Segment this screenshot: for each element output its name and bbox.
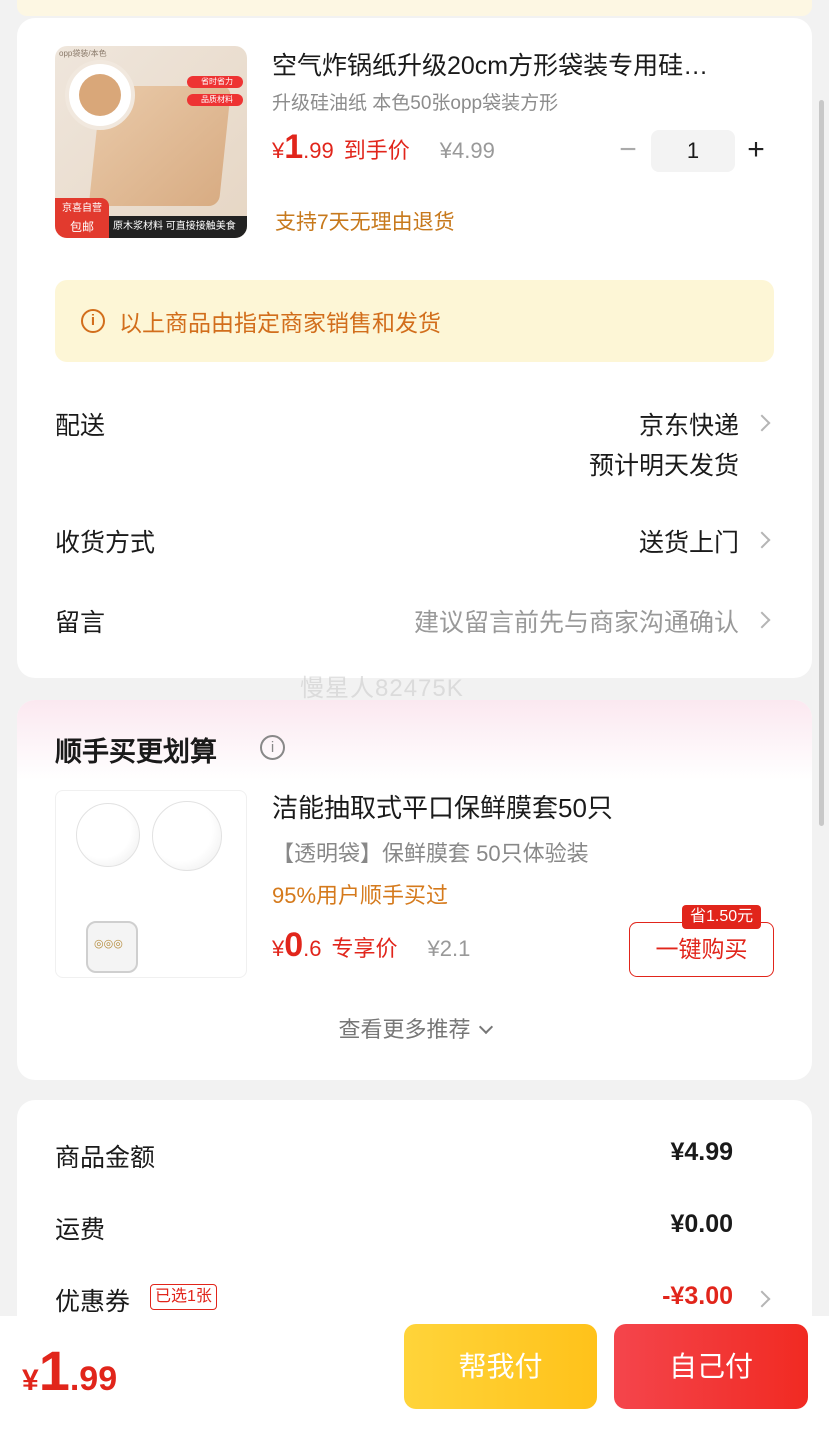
chevron-right-icon[interactable]: [753, 611, 771, 629]
recommend-product-spec: 【透明袋】保鲜膜套 50只体验装: [272, 841, 589, 866]
original-price: ¥2.1: [427, 936, 471, 961]
product-price-row: ¥ 1 .99 到手价 ¥4.99: [272, 128, 495, 174]
receive-method-label: 收货方式: [55, 529, 156, 557]
help-me-pay-button[interactable]: 帮我付: [404, 1324, 597, 1409]
badge-line-2: 包邮: [69, 220, 94, 234]
product-image-band: 原木浆材料 可直接接触美食: [109, 216, 247, 238]
price-label: 到手价: [343, 138, 410, 163]
save-badge: 省1.50元: [682, 905, 762, 929]
increase-button[interactable]: +: [741, 131, 771, 171]
goods-amount-value: ¥4.99: [670, 1138, 733, 1166]
chevron-right-icon[interactable]: [753, 414, 771, 432]
decrease-button[interactable]: −: [613, 131, 643, 171]
total-currency: ¥: [22, 1364, 39, 1397]
price-currency: ¥: [272, 138, 285, 163]
coupon-label: 优惠券: [55, 1288, 131, 1316]
recommend-product-name[interactable]: 洁能抽取式平口保鲜膜套50只: [272, 788, 613, 825]
notice-text: 以上商品由指定商家销售和发货: [119, 310, 441, 336]
plate-image: [152, 801, 222, 871]
price-integer: 0: [284, 926, 304, 964]
goods-amount-label: 商品金额: [55, 1144, 156, 1172]
delivery-note: 预计明天发货: [588, 452, 739, 480]
price-decimal: .6: [303, 936, 322, 961]
info-icon: i: [81, 309, 105, 333]
chevron-right-icon[interactable]: [753, 531, 771, 549]
quantity-stepper: − 1 +: [613, 130, 771, 172]
coupon-value[interactable]: -¥3.00: [662, 1282, 733, 1311]
plate-image: [76, 803, 140, 867]
seller-notice: i 以上商品由指定商家销售和发货: [55, 280, 774, 362]
scrollbar[interactable]: [819, 100, 824, 826]
chevron-down-icon: [478, 1019, 493, 1035]
product-image-circle: [65, 60, 135, 130]
pay-myself-button[interactable]: 自己付: [614, 1324, 808, 1409]
product-image[interactable]: opp袋装/本色 省时省力 品质材料 京喜自营 包邮 原木浆材料 可直接接触美食: [55, 46, 247, 238]
product-image-badge: 京喜自营 包邮: [55, 198, 109, 238]
product-spec[interactable]: 升级硅油纸 本色50张opp袋装方形: [272, 88, 558, 115]
recommend-card: 顺手买更划算 i 洁能抽取式平口保鲜膜套50只 【透明袋】保鲜膜套 50只体验装…: [17, 700, 812, 1080]
price-integer: 1: [284, 128, 304, 166]
product-image-pill-2: 品质材料: [187, 94, 243, 106]
total-decimal: .99: [69, 1360, 118, 1398]
product-image-tag: opp袋装/本色: [59, 49, 107, 58]
shipping-fee-label: 运费: [55, 1216, 106, 1244]
chevron-right-icon[interactable]: [753, 1290, 771, 1308]
message-label: 留言: [55, 609, 106, 637]
price-decimal: .99: [303, 138, 334, 163]
top-strip: [17, 0, 812, 16]
one-click-buy-button[interactable]: 一键购买: [629, 922, 774, 977]
order-card: opp袋装/本色 省时省力 品质材料 京喜自营 包邮 原木浆材料 可直接接触美食…: [17, 18, 812, 678]
delivery-label: 配送: [55, 412, 106, 440]
square-plate-image: [86, 921, 138, 973]
total-integer: 1: [38, 1339, 70, 1402]
quantity-input[interactable]: 1: [651, 130, 735, 172]
product-image-pill-1: 省时省力: [187, 76, 243, 88]
product-title[interactable]: 空气炸锅纸升级20cm方形袋装专用硅…: [272, 46, 772, 82]
receive-method-value[interactable]: 送货上门: [639, 523, 739, 559]
price-currency: ¥: [272, 936, 285, 961]
total-price: ¥ 1 .99: [22, 1338, 117, 1403]
more-recommendations-label: 查看更多推荐: [338, 1017, 471, 1042]
coupon-selected-tag: 已选1张: [150, 1284, 217, 1310]
refund-policy: 支持7天无理由退货: [275, 211, 455, 234]
recommend-popularity: 95%用户顺手买过: [272, 883, 449, 908]
original-price: ¥4.99: [439, 138, 495, 163]
watermark: 慢星人82475K: [300, 675, 464, 702]
more-recommendations-link[interactable]: 查看更多推荐: [17, 1012, 812, 1044]
price-label: 专享价: [331, 936, 398, 961]
badge-line-1: 京喜自营: [62, 203, 102, 214]
shipping-fee-value: ¥0.00: [670, 1210, 733, 1238]
recommend-title: 顺手买更划算: [55, 737, 217, 767]
recommend-price-row: ¥ 0 .6 专享价 ¥2.1: [272, 926, 470, 965]
delivery-value[interactable]: 京东快递: [639, 406, 739, 442]
info-icon[interactable]: i: [260, 735, 285, 760]
recommend-product-image[interactable]: [55, 790, 247, 978]
message-input[interactable]: 建议留言前先与商家沟通确认: [414, 603, 739, 639]
checkout-bar: ¥ 1 .99 帮我付 自己付: [0, 1316, 829, 1439]
